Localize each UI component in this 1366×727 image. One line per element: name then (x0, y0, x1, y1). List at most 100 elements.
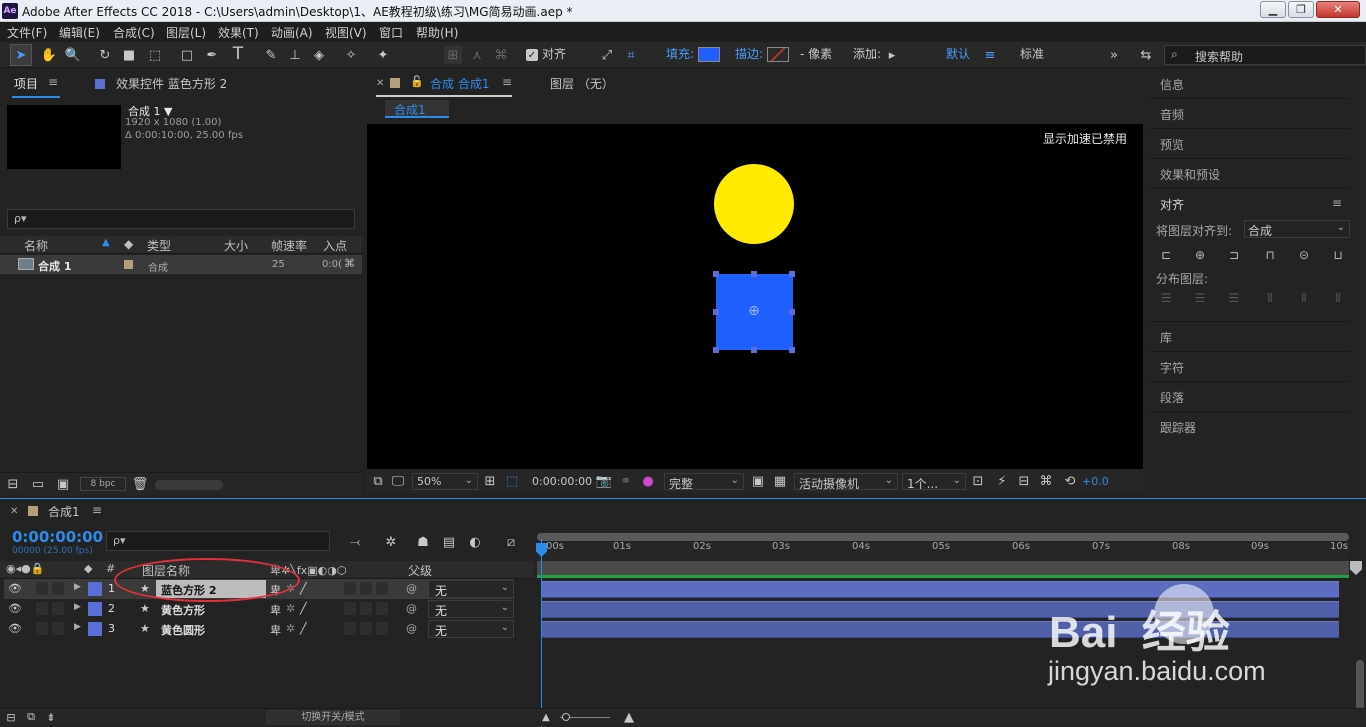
view-layout-dropdown[interactable]: 1个... ⌄ (902, 473, 966, 491)
col-size[interactable]: 大小 (224, 237, 248, 254)
menu-window[interactable]: 窗口 (379, 24, 403, 41)
menu-composition[interactable]: 合成(C) (113, 24, 155, 41)
comp-breadcrumb[interactable]: 合成1 (385, 100, 449, 118)
bounding-handle[interactable] (789, 347, 795, 353)
zoom-dropdown[interactable]: 50% ⌄ (412, 473, 478, 490)
motion-blur-icon[interactable]: ◐ (466, 534, 484, 550)
bounding-handle[interactable] (751, 347, 757, 353)
puppet-pin-tool-icon[interactable]: ✦ (374, 47, 392, 63)
quality-switch-icon[interactable]: ╱ (300, 582, 307, 595)
panel-paragraph[interactable]: 段落 (1160, 389, 1184, 406)
new-composition-icon[interactable]: ▣ (55, 476, 71, 492)
layer-label-color[interactable] (88, 622, 102, 636)
monitor-icon[interactable]: 🖵 (390, 473, 406, 489)
layer-row[interactable]: 👁 ▶ 3 ★ 黄色圆形 卑 ✲ ╱ @ 无 ⌄ (4, 619, 514, 639)
menu-edit[interactable]: 编辑(E) (59, 24, 100, 41)
panel-libraries[interactable]: 库 (1160, 329, 1172, 346)
switch-box[interactable] (344, 622, 356, 635)
col-parent[interactable]: 父级 (408, 562, 432, 579)
label-tag-icon[interactable]: ◆ (84, 562, 92, 575)
fast-previews-icon[interactable]: ⚡ (994, 473, 1010, 489)
add-menu-icon[interactable]: ▸ (884, 47, 900, 63)
clone-stamp-tool-icon[interactable]: ⊥ (286, 47, 304, 63)
rectangle-tool-icon[interactable]: □ (178, 47, 196, 63)
reset-exposure-icon[interactable]: ⟲ (1062, 473, 1078, 489)
region-of-interest-icon[interactable]: ▣ (750, 473, 766, 489)
brush-tool-icon[interactable]: ✎ (262, 47, 280, 63)
grid-guides-icon[interactable]: ⊞ (482, 473, 498, 489)
viewer-menu-icon[interactable]: ≡ (502, 75, 512, 89)
menu-animation[interactable]: 动画(A) (271, 24, 313, 41)
camera-view-dropdown[interactable]: 活动摄像机 ⌄ (794, 473, 898, 491)
expand-arrow-icon[interactable]: ▶ (74, 602, 81, 612)
close-tab-icon[interactable]: ✕ (376, 78, 384, 89)
quality-switch-icon[interactable]: ╱ (300, 622, 307, 635)
solo-toggle[interactable] (36, 602, 48, 615)
align-bottom-icon[interactable]: ⊔ (1330, 247, 1346, 263)
timeline-scrollbar[interactable] (1356, 660, 1364, 710)
transparency-grid-icon[interactable]: ▦ (772, 473, 788, 489)
interpret-footage-icon[interactable]: ⊟ (5, 476, 21, 492)
work-area-range[interactable] (537, 561, 1349, 575)
graph-editor-icon[interactable]: ⧄ (502, 534, 520, 550)
panel-audio[interactable]: 音频 (1160, 106, 1184, 123)
lock-icon[interactable]: 🔓 (410, 75, 424, 88)
panel-align-title[interactable]: 对齐 (1160, 196, 1184, 213)
tab-project[interactable]: 项目 (14, 75, 38, 92)
pan-behind-tool-icon[interactable]: ⬚ (146, 47, 164, 63)
bounding-handle[interactable] (713, 309, 719, 315)
panel-character[interactable]: 字符 (1160, 359, 1184, 376)
trash-icon[interactable]: 🗑 (132, 476, 149, 492)
bounding-handle[interactable] (789, 271, 795, 277)
pen-tool-icon[interactable]: ✒ (203, 47, 221, 63)
parent-dropdown[interactable]: 无 ⌄ (428, 620, 514, 638)
bounding-handle[interactable] (789, 309, 795, 315)
bounding-handle[interactable] (713, 271, 719, 277)
solo-toggle[interactable] (36, 622, 48, 635)
zoom-in-icon[interactable]: ▲ (620, 710, 638, 725)
composition-canvas[interactable]: 显示加速已禁用 ⊕ (367, 124, 1143, 469)
col-in-point[interactable]: 入点 (323, 237, 347, 254)
collapse-switch-icon[interactable]: ✲ (286, 622, 295, 635)
switch-box[interactable] (360, 602, 372, 615)
project-item-row[interactable]: 合成 1 合成 25 0:0( ⌘ (0, 255, 362, 274)
eraser-tool-icon[interactable]: ◈ (310, 47, 328, 63)
color-channels-icon[interactable]: ● (640, 473, 656, 489)
composition-mini-flowchart-icon[interactable]: ⤙ (346, 534, 364, 550)
camera-tool-icon[interactable]: ■ (120, 47, 138, 63)
eye-visibility-icon[interactable]: 👁 (8, 602, 22, 615)
project-scrollbar[interactable] (155, 480, 223, 490)
blue-square-layer[interactable]: ⊕ (716, 274, 793, 350)
layer-switches-icon[interactable]: ⊟ (4, 710, 18, 724)
anchor-point-icon[interactable]: ⊕ (744, 301, 764, 321)
project-panel-menu-icon[interactable]: ≡ (48, 75, 58, 89)
align-horizontal-center-icon[interactable]: ⊕ (1192, 247, 1208, 263)
parent-dropdown[interactable]: 无 ⌄ (428, 600, 514, 618)
switch-box[interactable] (360, 622, 372, 635)
layer-name[interactable]: 黄色圆形 (161, 622, 205, 638)
panel-info[interactable]: 信息 (1160, 76, 1184, 93)
align-right-icon[interactable]: ⊐ (1226, 247, 1242, 263)
fill-color-swatch[interactable] (698, 47, 720, 62)
zoom-tool-icon[interactable]: 🔍 (64, 47, 82, 63)
tab-composition[interactable]: 合成 合成1 (430, 75, 489, 92)
new-folder-icon[interactable]: ▭ (30, 476, 46, 492)
switch-box[interactable] (376, 582, 388, 595)
zoom-out-icon[interactable]: ▲ (540, 710, 552, 724)
shy-switch-icon[interactable]: 卑 (270, 602, 281, 618)
lock-toggle[interactable] (52, 622, 64, 635)
parent-pickwhip-icon[interactable]: @ (406, 582, 417, 595)
parent-dropdown[interactable]: 无 ⌄ (428, 580, 514, 598)
hide-shy-layers-icon[interactable]: ☗ (414, 534, 432, 550)
timeline-tab[interactable]: 合成1 (48, 503, 80, 520)
snapshot-camera-icon[interactable]: 📷 (596, 473, 612, 489)
workspace-menu-icon[interactable]: ≡ (982, 47, 998, 63)
panel-effects-presets[interactable]: 效果和预设 (1160, 166, 1220, 183)
timeline-timecode[interactable]: 0:00:00:00 (12, 528, 103, 546)
yellow-circle-layer[interactable] (714, 164, 794, 244)
menu-file[interactable]: 文件(F) (7, 24, 47, 41)
solo-toggle[interactable] (36, 582, 48, 595)
maximize-icon[interactable]: ❐ (1288, 1, 1314, 18)
workspace-standard[interactable]: 标准 (1020, 45, 1044, 62)
panel-tracker[interactable]: 跟踪器 (1160, 419, 1196, 436)
